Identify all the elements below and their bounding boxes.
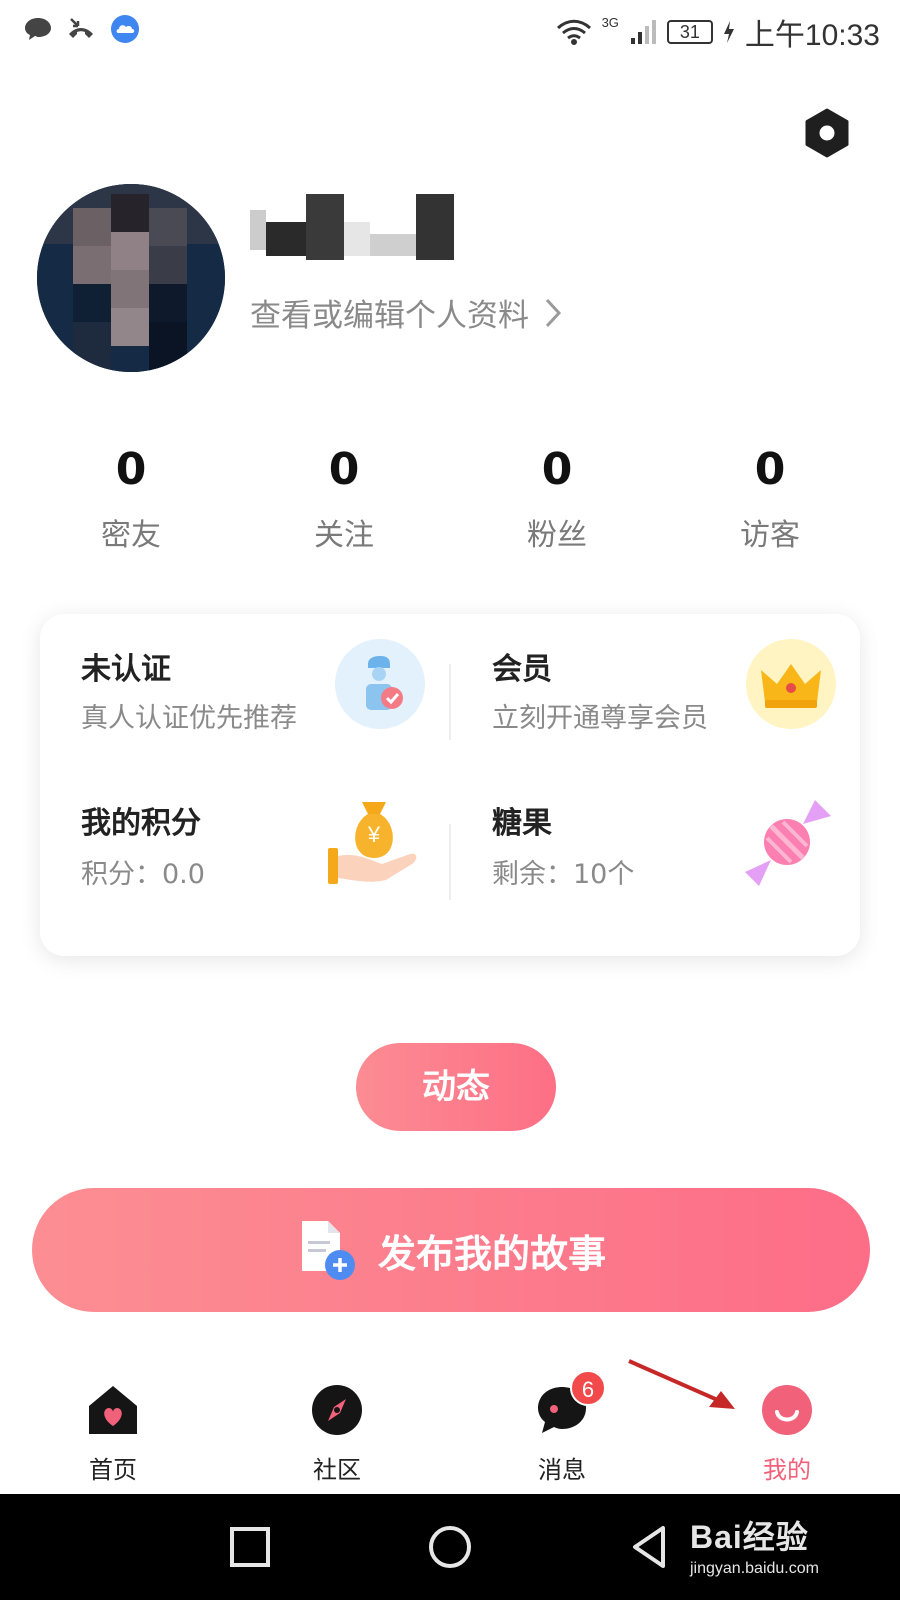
stats-row: 0 密友 0 关注 0 粉丝 0 访客 bbox=[0, 440, 900, 560]
candy-icon bbox=[741, 796, 833, 888]
new-document-icon bbox=[301, 1221, 355, 1280]
svg-text:¥: ¥ bbox=[367, 822, 381, 847]
vip-cell[interactable]: 会员 立刻开通尊享会员 bbox=[451, 614, 861, 774]
stat-fans[interactable]: 0 粉丝 bbox=[477, 440, 637, 554]
tab-messages[interactable]: 6 消息 bbox=[502, 1370, 622, 1485]
username-blurred bbox=[250, 192, 470, 266]
stat-close-friends[interactable]: 0 密友 bbox=[51, 440, 211, 554]
stat-count: 0 bbox=[328, 444, 360, 495]
missed-call-icon bbox=[69, 18, 93, 38]
candy-title: 糖果 bbox=[492, 806, 552, 841]
money-bag-icon: ¥ bbox=[326, 796, 418, 888]
cloud-app-icon bbox=[111, 15, 139, 43]
settings-button[interactable] bbox=[802, 108, 852, 158]
stat-following[interactable]: 0 关注 bbox=[264, 440, 424, 554]
verify-subtitle: 真人认证优先推荐 bbox=[81, 703, 297, 734]
watermark-brand: Bai经验 bbox=[690, 1519, 809, 1555]
stat-visitors[interactable]: 0 访客 bbox=[690, 440, 850, 554]
message-icon bbox=[25, 18, 51, 40]
status-bar: 3G 31 上午10:33 bbox=[0, 0, 900, 62]
circle-icon bbox=[429, 1526, 471, 1568]
battery-indicator: 31 bbox=[666, 20, 713, 44]
dynamic-button[interactable]: 动态 bbox=[356, 1043, 556, 1131]
crown-icon bbox=[745, 638, 837, 730]
stat-count: 0 bbox=[115, 444, 147, 495]
red-annotation-arrow-icon bbox=[628, 1359, 735, 1409]
tab-community-label: 社区 bbox=[313, 1456, 361, 1484]
vip-title: 会员 bbox=[492, 652, 552, 687]
tab-community[interactable]: 社区 bbox=[277, 1384, 397, 1485]
tab-home[interactable]: 首页 bbox=[53, 1384, 173, 1485]
chat-bubble-icon: 6 bbox=[536, 1370, 606, 1436]
settings-hexagon-icon bbox=[805, 108, 849, 158]
publish-story-button[interactable]: 发布我的故事 bbox=[32, 1188, 870, 1312]
tab-me-label: 我的 bbox=[763, 1456, 811, 1484]
home-button[interactable] bbox=[425, 1522, 475, 1572]
pixelated-username bbox=[250, 194, 454, 260]
network-type: 3G bbox=[601, 14, 619, 30]
system-navigation-bar: Bai经验 jingyan.baidu.com bbox=[0, 1494, 900, 1600]
stat-label: 关注 bbox=[314, 518, 374, 553]
candy-cell[interactable]: 糖果 剩余：10个 bbox=[451, 774, 861, 934]
stat-label: 粉丝 bbox=[527, 518, 587, 553]
points-title: 我的积分 bbox=[81, 806, 201, 841]
notification-icons bbox=[24, 14, 140, 44]
tab-home-label: 首页 bbox=[89, 1456, 137, 1484]
wifi-icon bbox=[556, 19, 591, 45]
verify-title: 未认证 bbox=[81, 652, 171, 687]
smile-face-icon bbox=[761, 1384, 813, 1436]
tab-me[interactable]: 我的 bbox=[727, 1384, 847, 1485]
tab-messages-label: 消息 bbox=[538, 1456, 586, 1484]
recent-apps-button[interactable] bbox=[225, 1522, 275, 1572]
chevron-right-icon bbox=[545, 298, 562, 327]
clock: 上午10:33 bbox=[744, 19, 880, 52]
back-triangle-icon bbox=[633, 1526, 665, 1568]
points-cell[interactable]: 我的积分 积分：0.0 ¥ bbox=[40, 774, 450, 934]
watermark-url: jingyan.baidu.com bbox=[690, 1560, 819, 1577]
points-subtitle: 积分：0.0 bbox=[81, 859, 205, 890]
home-heart-icon bbox=[87, 1384, 139, 1436]
edit-profile-link[interactable]: 查看或编辑个人资料 bbox=[250, 290, 563, 335]
stat-label: 密友 bbox=[101, 518, 161, 553]
compass-icon bbox=[311, 1384, 363, 1436]
stat-count: 0 bbox=[754, 444, 786, 495]
charging-icon bbox=[723, 21, 734, 43]
square-icon bbox=[230, 1527, 270, 1567]
verify-cell[interactable]: 未认证 真人认证优先推荐 bbox=[40, 614, 450, 774]
avatar-image bbox=[37, 184, 225, 372]
candy-subtitle: 剩余：10个 bbox=[492, 859, 635, 890]
verify-person-icon bbox=[334, 638, 426, 730]
vip-subtitle: 立刻开通尊享会员 bbox=[492, 703, 708, 734]
stat-count: 0 bbox=[541, 444, 573, 495]
publish-story-label: 发布我的故事 bbox=[377, 1231, 606, 1276]
edit-profile-label: 查看或编辑个人资料 bbox=[250, 298, 529, 334]
signal-icon bbox=[630, 20, 656, 44]
feature-card: 未认证 真人认证优先推荐 会员 立刻开通尊享会员 我的积分 积分：0.0 ¥ 糖… bbox=[40, 614, 860, 956]
unread-badge: 6 bbox=[570, 1370, 606, 1406]
baidu-watermark: Bai经验 jingyan.baidu.com bbox=[690, 1512, 819, 1578]
back-button[interactable] bbox=[625, 1522, 675, 1572]
bottom-tab-bar: 首页 社区 6 消息 我的 bbox=[0, 1370, 900, 1494]
avatar[interactable] bbox=[37, 184, 225, 372]
stat-label: 访客 bbox=[740, 518, 800, 553]
